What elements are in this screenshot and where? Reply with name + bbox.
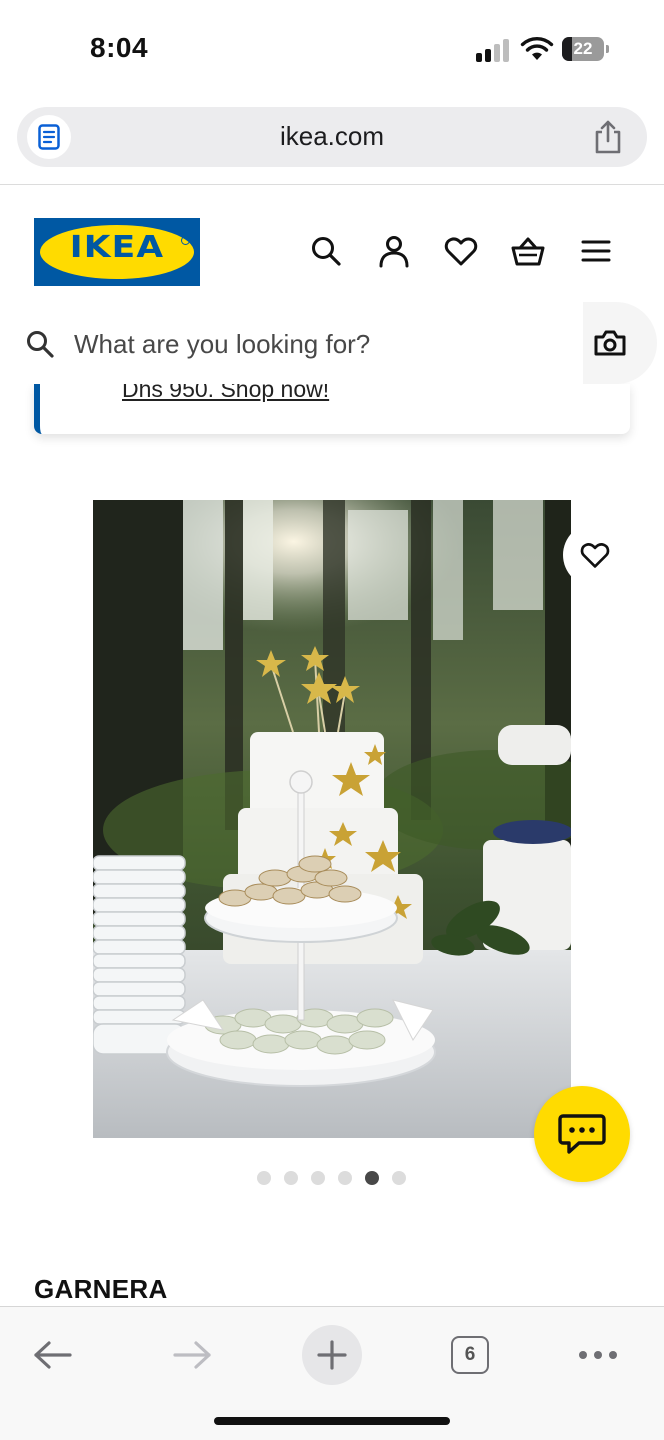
carousel-dot[interactable] [284, 1171, 298, 1185]
forward-button[interactable] [162, 1325, 222, 1385]
heart-icon[interactable] [443, 233, 479, 269]
add-to-favorites-button[interactable] [563, 523, 627, 587]
heart-icon [580, 543, 610, 568]
search-icon [27, 331, 54, 358]
ikea-mobile-page: 8:04 22 ikea.com IKEA Dhs 950. Shop now!… [0, 0, 664, 1440]
cellular-signal-icon [476, 38, 510, 62]
chat-button[interactable] [534, 1086, 630, 1182]
carousel-dot-active[interactable] [365, 1171, 379, 1185]
battery-icon: 22 [562, 37, 609, 61]
promo-banner[interactable]: Dhs 950. Shop now! [34, 384, 630, 434]
more-icon [579, 1351, 617, 1359]
product-image[interactable] [93, 500, 571, 1138]
profile-icon[interactable] [376, 233, 412, 269]
promo-link[interactable]: Dhs 950. Shop now! [122, 384, 329, 403]
back-arrow-icon [34, 1341, 72, 1369]
product-photo [93, 500, 571, 1138]
back-button[interactable] [23, 1325, 83, 1385]
search-input[interactable] [74, 324, 564, 364]
product-name: GARNERA [34, 1274, 168, 1304]
forward-arrow-icon [173, 1341, 211, 1369]
tab-count: 6 [464, 1344, 476, 1365]
ikea-logo[interactable]: IKEA [34, 218, 200, 286]
chat-icon [558, 1114, 606, 1154]
shopping-basket-icon[interactable] [510, 233, 546, 269]
url-text[interactable]: ikea.com [17, 121, 647, 152]
divider [0, 184, 664, 185]
plus-icon [317, 1340, 347, 1370]
search-field[interactable] [0, 302, 583, 384]
wifi-icon [520, 37, 554, 60]
camera-icon [594, 330, 626, 356]
menu-icon[interactable] [578, 233, 614, 269]
visual-search-button[interactable] [583, 302, 657, 384]
more-button[interactable] [568, 1325, 628, 1385]
status-time: 8:04 [90, 32, 149, 63]
search-bar [0, 302, 664, 384]
battery-level: 22 [573, 39, 593, 58]
carousel-dot[interactable] [257, 1171, 271, 1185]
status-bar: 8:04 22 [0, 0, 664, 100]
home-indicator[interactable] [214, 1417, 450, 1425]
new-tab-button[interactable] [302, 1325, 362, 1385]
share-icon[interactable] [591, 119, 625, 155]
tabs-button[interactable]: 6 [440, 1325, 500, 1385]
carousel-dot[interactable] [311, 1171, 325, 1185]
search-icon[interactable] [308, 233, 344, 269]
address-bar[interactable]: ikea.com [17, 107, 647, 167]
carousel-dot[interactable] [392, 1171, 406, 1185]
carousel-dot[interactable] [338, 1171, 352, 1185]
tabs-icon: 6 [451, 1336, 489, 1374]
